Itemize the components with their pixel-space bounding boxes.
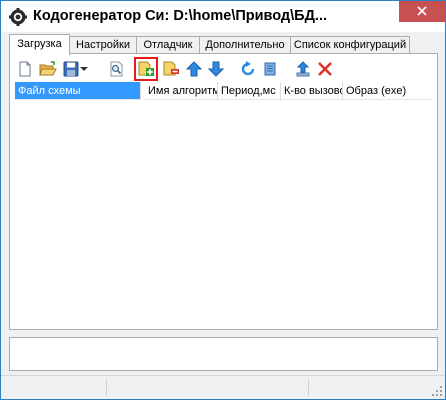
app-gear-icon	[9, 8, 27, 26]
remove-file-icon	[163, 61, 179, 76]
status-panel-2	[109, 379, 309, 396]
new-file-button[interactable]	[14, 58, 36, 80]
main-window: Кодогенератор Си: D:\home\Привод\БД... З…	[0, 0, 446, 400]
magnifier-page-icon	[110, 61, 123, 77]
column-label: Образ (exe)	[346, 85, 407, 97]
tab-label: Отладчик	[143, 39, 193, 51]
close-button[interactable]	[399, 1, 445, 22]
column-header-call-count[interactable]: К-во вызовов	[281, 82, 343, 100]
tab-load[interactable]: Загрузка	[9, 34, 70, 55]
script-button[interactable]	[259, 58, 281, 80]
move-up-button[interactable]	[183, 58, 205, 80]
save-dropdown-button[interactable]	[78, 58, 90, 80]
scroll-icon	[264, 62, 276, 76]
message-panel	[9, 337, 438, 371]
title-bar[interactable]: Кодогенератор Си: D:\home\Привод\БД...	[1, 1, 445, 32]
schemes-list[interactable]: Файл схемы Имя алгоритма Период,мс К-во …	[12, 82, 434, 326]
dropdown-arrow-icon	[80, 67, 88, 71]
move-down-button[interactable]	[205, 58, 227, 80]
tab-settings[interactable]: Настройки	[69, 36, 137, 54]
column-header-algorithm-name[interactable]: Имя алгоритма	[145, 82, 218, 100]
window-title: Кодогенератор Си: D:\home\Привод\БД...	[33, 8, 328, 24]
toolbar	[12, 56, 432, 82]
tab-page-load: Файл схемы Имя алгоритма Период,мс К-во …	[9, 53, 438, 330]
column-label: Файл схемы	[18, 85, 81, 97]
column-header-image-exe[interactable]: Образ (exe)	[343, 82, 432, 100]
red-cross-icon	[318, 62, 332, 76]
tab-label: Загрузка	[17, 38, 62, 50]
tab-label: Дополнительно	[205, 39, 285, 51]
column-header-period[interactable]: Период,мс	[218, 82, 281, 100]
column-label: К-во вызовов	[284, 85, 342, 97]
status-bar	[1, 375, 445, 399]
resize-grip-icon[interactable]	[431, 385, 443, 397]
blank-page-icon	[19, 61, 31, 77]
tab-label: Список конфигураций	[293, 39, 407, 51]
add-file-icon	[138, 61, 154, 76]
refresh-button[interactable]	[237, 58, 259, 80]
remove-scheme-button[interactable]	[160, 58, 182, 80]
open-folder-icon	[39, 61, 57, 76]
upload-icon	[296, 61, 310, 77]
add-scheme-button[interactable]	[134, 57, 158, 81]
find-button[interactable]	[105, 58, 127, 80]
close-icon	[417, 6, 427, 16]
column-header-scheme-file[interactable]: Файл схемы	[15, 82, 141, 100]
arrow-down-icon	[208, 61, 224, 77]
column-label: Имя алгоритма	[148, 85, 217, 97]
tab-debugger[interactable]: Отладчик	[136, 36, 200, 54]
column-label: Период,мс	[221, 85, 276, 97]
arrow-up-icon	[186, 61, 202, 77]
tab-label: Настройки	[76, 39, 130, 51]
tab-advanced[interactable]: Дополнительно	[199, 36, 291, 54]
open-folder-button[interactable]	[37, 58, 59, 80]
refresh-icon	[241, 61, 255, 76]
tab-config-list[interactable]: Список конфигураций	[290, 36, 410, 54]
floppy-disk-icon	[63, 61, 79, 77]
export-button[interactable]	[292, 58, 314, 80]
delete-button[interactable]	[314, 58, 336, 80]
status-panel-1	[3, 379, 107, 396]
